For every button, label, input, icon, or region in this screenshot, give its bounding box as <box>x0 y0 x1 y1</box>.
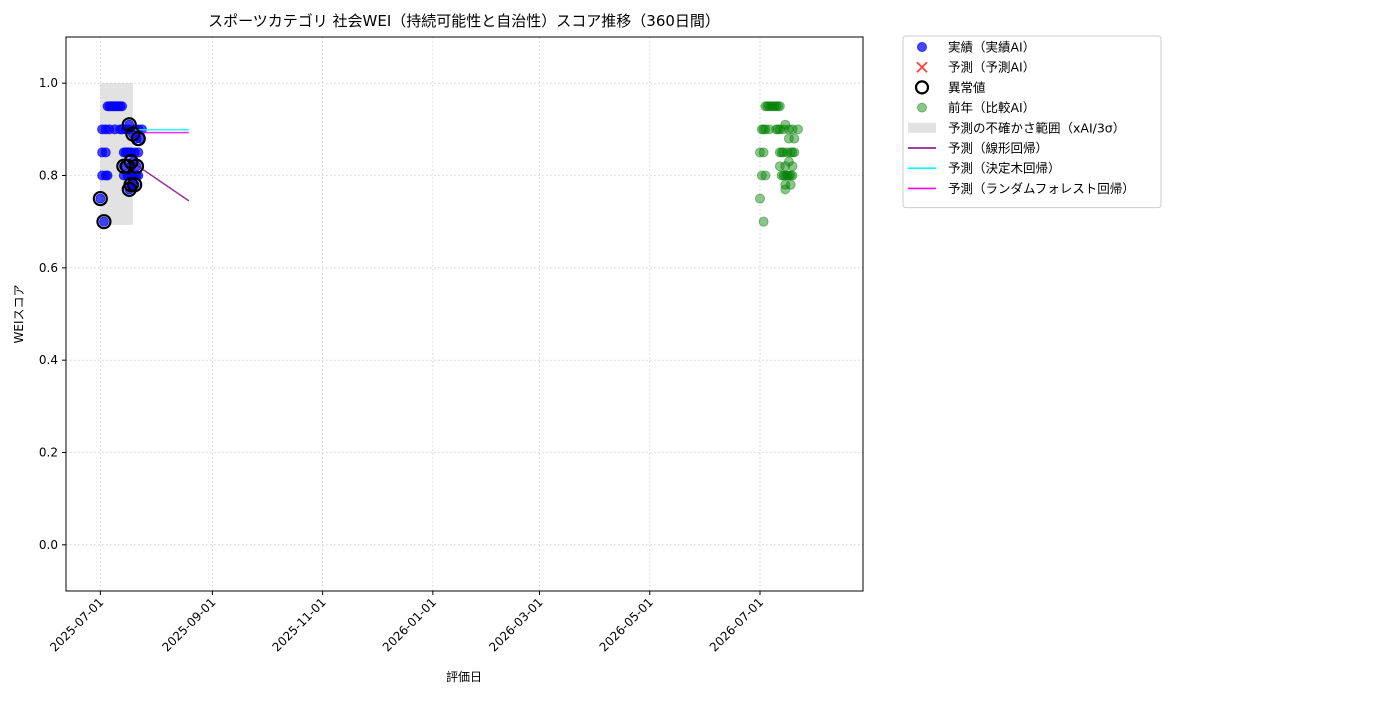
y-axis-label: WEIスコア <box>12 285 26 344</box>
plot-frame <box>65 36 864 592</box>
chart-figure: スポーツカテゴリ 社会WEI（持続可能性と自治性）スコア推移（360日間） 0.… <box>0 0 1400 700</box>
linear-legend-label: 予測（線形回帰） <box>948 141 1048 156</box>
prev-year-point <box>754 193 765 204</box>
prev-year-point <box>792 124 803 135</box>
plot-area: 0.0 0.2 0.4 0.6 0.8 1.0 2025-07-01 2025-09-01 20… <box>39 36 864 654</box>
y-tick-label: 0.4 <box>39 353 58 367</box>
actual-point <box>100 147 111 158</box>
x-tick-label: 2026-05-01 <box>597 595 656 654</box>
prev-year-point <box>758 147 769 158</box>
actual-legend-marker <box>917 42 927 52</box>
chart-svg: スポーツカテゴリ 社会WEI（持続可能性と自治性）スコア推移（360日間） 0.… <box>12 12 1162 684</box>
uncertainty-legend-label: 予測の不確かさ範囲（xAI/3σ） <box>948 120 1125 135</box>
predicted-legend-label: 予測（予測AI） <box>948 60 1035 75</box>
actual-point <box>98 216 109 227</box>
prev_year-legend-marker <box>917 102 927 113</box>
actual-point <box>95 193 106 204</box>
x-tick-label: 2026-07-01 <box>707 595 766 654</box>
x-tick-label: 2025-11-01 <box>270 595 329 654</box>
actual-point <box>117 101 128 112</box>
prev-year-point <box>789 147 800 158</box>
y-tick-label: 0.2 <box>39 446 58 460</box>
prev-year-point <box>760 170 771 181</box>
prev-year-point <box>758 216 769 227</box>
prev-year-point <box>787 170 798 181</box>
prev-year-point <box>785 179 796 190</box>
chart-title: スポーツカテゴリ 社会WEI（持続可能性と自治性）スコア推移（360日間） <box>208 12 720 30</box>
x-tick-label: 2026-03-01 <box>486 595 545 654</box>
actual-legend-label: 実績（実績AI） <box>948 40 1035 55</box>
uncertainty-legend-marker <box>908 122 936 133</box>
forest-legend-label: 予測（ランダムフォレスト回帰） <box>948 181 1135 196</box>
y-tick-label: 0.6 <box>39 261 58 275</box>
y-tick-label: 0.8 <box>39 169 58 183</box>
x-tick-label: 2025-07-01 <box>47 595 106 654</box>
prev-year-point <box>789 133 800 144</box>
x-tick-label: 2025-09-01 <box>159 595 218 654</box>
tree-legend-label: 予測（決定木回帰） <box>948 161 1061 176</box>
y-tick-label: 0.0 <box>39 538 58 552</box>
x-tick-label: 2026-01-01 <box>380 595 439 654</box>
prev_year-legend-label: 前年（比較AI） <box>948 100 1035 115</box>
x-axis-label: 評価日 <box>446 669 482 684</box>
legend: 実績（実績AI） 予測（予測AI） 異常値前年（比較AI） 予測の不確かさ範囲（xAI… <box>902 35 1162 209</box>
y-tick-label: 1.0 <box>39 76 58 90</box>
actual-point <box>102 170 113 181</box>
prev-year-point <box>774 101 785 112</box>
prev-year-point <box>787 161 798 172</box>
anomaly-legend-label: 異常値 <box>948 80 986 95</box>
